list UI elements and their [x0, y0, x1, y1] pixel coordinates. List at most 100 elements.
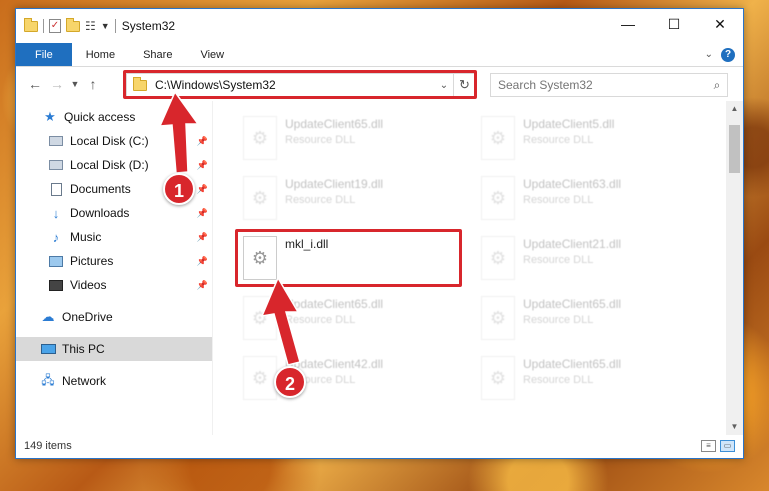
properties-icon[interactable]: ✓: [49, 19, 61, 33]
dll-file-icon: ⚙: [243, 116, 277, 160]
nav-item-local-disk-c[interactable]: Local Disk (C:) 📌: [16, 129, 212, 153]
search-icon[interactable]: ⌕: [707, 78, 727, 93]
navigation-pane: ★ Quick access Local Disk (C:) 📌 Local D…: [16, 105, 212, 435]
details-view-icon[interactable]: ≡: [701, 440, 716, 452]
status-bar: 149 items ≡ ▭: [16, 434, 743, 458]
file-name: UpdateClient42.dll: [285, 357, 384, 371]
new-folder-icon[interactable]: [66, 17, 80, 32]
address-row: ← → ▼ ↑ C:\Windows\System32 ⌄ ↻ ⌕: [16, 67, 743, 101]
tab-share[interactable]: Share: [129, 43, 186, 66]
dll-file-icon: ⚙: [481, 116, 515, 160]
back-arrow-icon[interactable]: ←: [24, 76, 46, 92]
search-box[interactable]: ⌕: [490, 73, 728, 97]
view-switcher: ≡ ▭: [701, 440, 743, 452]
music-icon: ♪: [52, 229, 60, 245]
file-tile[interactable]: ⚙ UpdateClient42.dll Resource DLL: [235, 349, 455, 407]
tab-view[interactable]: View: [186, 43, 238, 66]
close-button[interactable]: ✕: [697, 9, 743, 39]
maximize-button[interactable]: ☐: [651, 9, 697, 39]
scroll-up-arrow-icon[interactable]: ▲: [726, 101, 743, 117]
file-name: UpdateClient65.dll: [285, 297, 384, 311]
window-title: System32: [121, 19, 176, 33]
nav-item-network[interactable]: 🖧 Network: [16, 369, 212, 393]
file-name: UpdateClient65.dll: [285, 117, 384, 131]
item-count: 149 items: [24, 440, 72, 452]
up-arrow-icon[interactable]: ↑: [82, 76, 104, 92]
nav-item-music[interactable]: ♪ Music 📌: [16, 225, 212, 249]
pin-icon[interactable]: 📌: [197, 232, 208, 243]
refresh-icon[interactable]: ↻: [453, 74, 475, 96]
nav-item-downloads[interactable]: ↓ Downloads 📌: [16, 201, 212, 225]
file-type: Resource DLL: [523, 374, 594, 386]
nav-item-documents[interactable]: Documents 📌: [16, 177, 212, 201]
file-tile-mkl-i-dll[interactable]: ⚙ mkl_i.dll: [235, 229, 455, 287]
minimize-button[interactable]: —: [605, 9, 651, 39]
disk-icon: [48, 134, 64, 148]
address-dropdown-chevron-icon[interactable]: ⌄: [435, 80, 453, 91]
nav-item-label: OneDrive: [62, 310, 113, 324]
nav-item-label: Local Disk (C:): [70, 134, 149, 148]
nav-item-label: Music: [70, 230, 102, 244]
file-name: mkl_i.dll: [285, 237, 329, 251]
file-name: UpdateClient19.dll: [285, 177, 384, 191]
file-tile[interactable]: ⚙ UpdateClient65.dll Resource DLL: [235, 289, 455, 347]
nav-item-quick-access[interactable]: ★ Quick access: [16, 105, 212, 129]
dll-file-icon: ⚙: [243, 176, 277, 220]
tab-file[interactable]: File: [16, 43, 72, 66]
nav-item-label: This PC: [62, 342, 105, 356]
file-tile[interactable]: ⚙ UpdateClient65.dll Resource DLL: [235, 109, 455, 167]
nav-item-onedrive[interactable]: ☁ OneDrive: [16, 305, 212, 329]
title-bar: ✓ ☷ ▼ System32 — ☐ ✕: [16, 9, 743, 43]
file-tile[interactable]: ⚙ UpdateClient5.dll Resource DLL: [473, 109, 693, 167]
file-type: Resource DLL: [285, 314, 356, 326]
view-options-icon[interactable]: ☷: [85, 19, 96, 33]
forward-arrow-icon[interactable]: →: [46, 76, 68, 92]
disk-icon: [48, 158, 64, 172]
this-pc-icon: [40, 342, 56, 356]
window-controls: — ☐ ✕: [605, 9, 743, 39]
file-name: UpdateClient5.dll: [523, 117, 615, 131]
file-tile[interactable]: ⚙ UpdateClient63.dll Resource DLL: [473, 169, 693, 227]
documents-icon: [48, 182, 64, 196]
folder-icon: [24, 17, 38, 32]
search-input[interactable]: [498, 78, 707, 92]
tiles-view-icon[interactable]: ▭: [720, 440, 735, 452]
file-type: Resource DLL: [285, 374, 356, 386]
pin-icon[interactable]: 📌: [197, 280, 208, 291]
address-bar[interactable]: C:\Windows\System32 ⌄ ↻: [126, 73, 476, 97]
file-type: Resource DLL: [523, 314, 594, 326]
recent-locations-caret-icon[interactable]: ▼: [68, 79, 82, 89]
folder-icon: [133, 76, 147, 91]
customize-toolbar-caret-icon[interactable]: ▼: [101, 21, 110, 31]
expand-ribbon-chevron-icon[interactable]: ⌄: [705, 49, 713, 60]
pin-icon[interactable]: 📌: [197, 184, 208, 195]
file-name: UpdateClient65.dll: [523, 297, 622, 311]
pin-icon[interactable]: 📌: [197, 136, 208, 147]
pin-icon[interactable]: 📌: [197, 160, 208, 171]
nav-item-label: Network: [62, 374, 107, 388]
scroll-down-arrow-icon[interactable]: ▼: [726, 419, 743, 435]
nav-item-this-pc[interactable]: This PC: [16, 337, 212, 361]
address-path[interactable]: C:\Windows\System32: [155, 78, 435, 92]
dll-file-icon: ⚙: [481, 176, 515, 220]
pin-icon[interactable]: 📌: [197, 208, 208, 219]
nav-item-pictures[interactable]: Pictures 📌: [16, 249, 212, 273]
dll-file-icon: ⚙: [481, 356, 515, 400]
file-type: Resource DLL: [523, 254, 594, 266]
nav-item-local-disk-d[interactable]: Local Disk (D:) 📌: [16, 153, 212, 177]
vertical-scrollbar[interactable]: ▲ ▼: [726, 101, 743, 435]
tab-home[interactable]: Home: [72, 43, 129, 66]
scroll-thumb[interactable]: [729, 125, 740, 173]
nav-item-label: Downloads: [70, 206, 130, 220]
help-icon[interactable]: ?: [721, 47, 735, 62]
file-tile[interactable]: ⚙ UpdateClient65.dll Resource DLL: [473, 349, 693, 407]
file-tile[interactable]: ⚙ UpdateClient65.dll Resource DLL: [473, 289, 693, 347]
pin-icon[interactable]: 📌: [197, 256, 208, 267]
file-tile[interactable]: ⚙ UpdateClient21.dll Resource DLL: [473, 229, 693, 287]
nav-item-videos[interactable]: Videos 📌: [16, 273, 212, 297]
nav-item-label: Local Disk (D:): [70, 158, 149, 172]
file-type: Resource DLL: [285, 194, 356, 206]
file-explorer-window: ✓ ☷ ▼ System32 — ☐ ✕ File Home Share Vie…: [15, 8, 744, 459]
file-tile[interactable]: ⚙ UpdateClient19.dll Resource DLL: [235, 169, 455, 227]
file-list: ⚙ UpdateClient65.dll Resource DLL ⚙ Updat…: [212, 101, 727, 435]
